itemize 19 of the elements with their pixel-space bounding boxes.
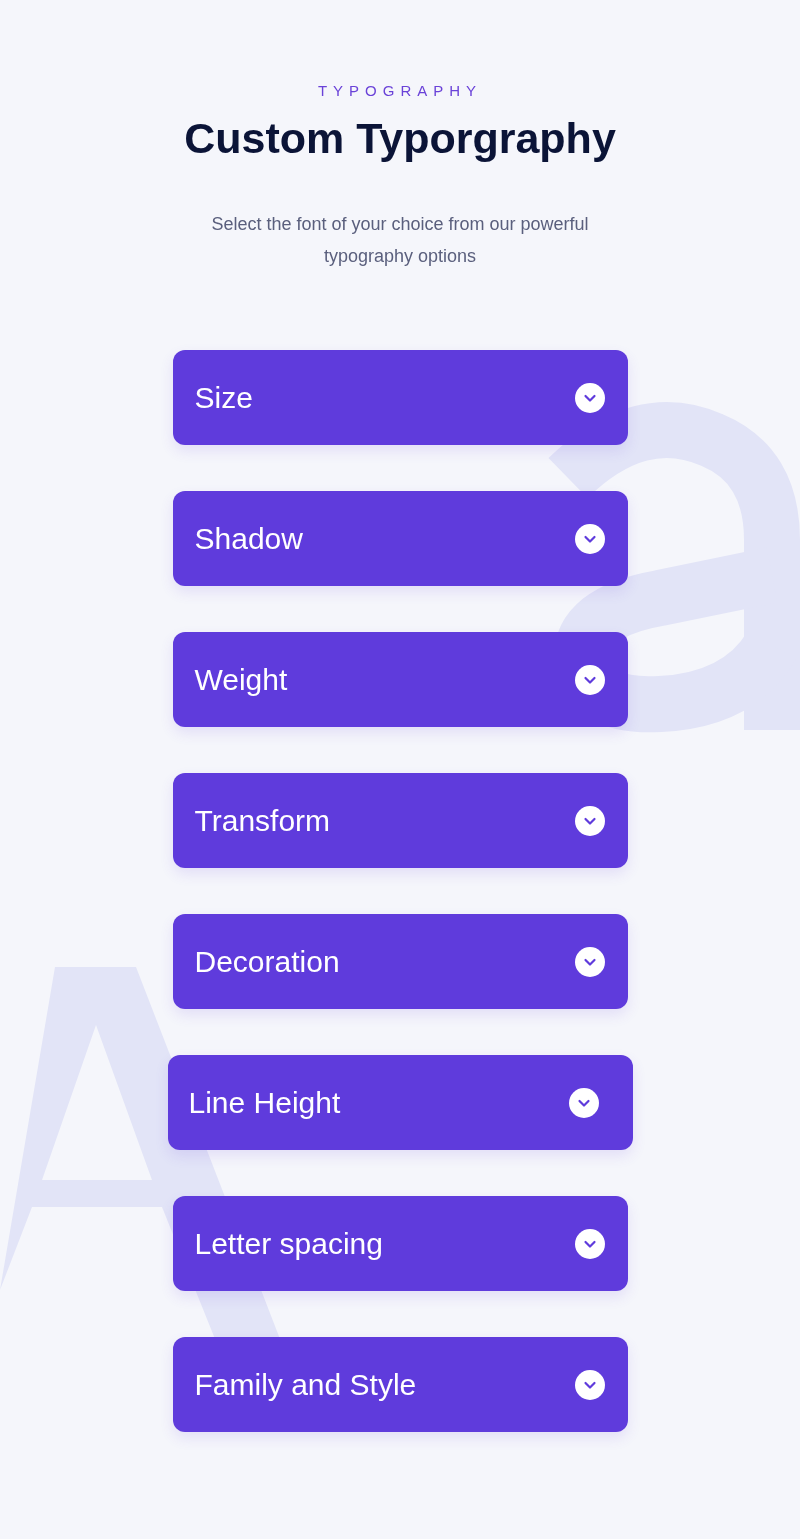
chevron-down-icon (574, 1369, 605, 1400)
accordion-header[interactable]: Weight (172, 632, 628, 727)
accordion-header[interactable]: Family and Style (172, 1337, 628, 1432)
chevron-down-icon (574, 523, 605, 554)
accordion-header[interactable]: Decoration (172, 914, 628, 1009)
chevron-down-icon (574, 946, 605, 977)
chevron-down-icon (574, 382, 605, 413)
accordion-header[interactable]: Transform (172, 773, 628, 868)
section-title: Custom Typorgraphy (183, 113, 617, 164)
chevron-down-icon (574, 805, 605, 836)
accordion-header[interactable]: Size (172, 350, 628, 445)
section-eyebrow: TYPOGRAPHY (316, 81, 484, 101)
accordion-header[interactable]: Shadow (172, 491, 628, 586)
chevron-down-icon (574, 1228, 605, 1259)
accordion-header[interactable]: Letter spacing (172, 1196, 628, 1291)
accordion-header[interactable]: Line Height (167, 1055, 633, 1150)
section-subtitle: Select the font of your choice from our powerful typography options (210, 213, 590, 268)
chevron-down-icon (568, 1087, 599, 1118)
chevron-down-icon (574, 664, 605, 695)
